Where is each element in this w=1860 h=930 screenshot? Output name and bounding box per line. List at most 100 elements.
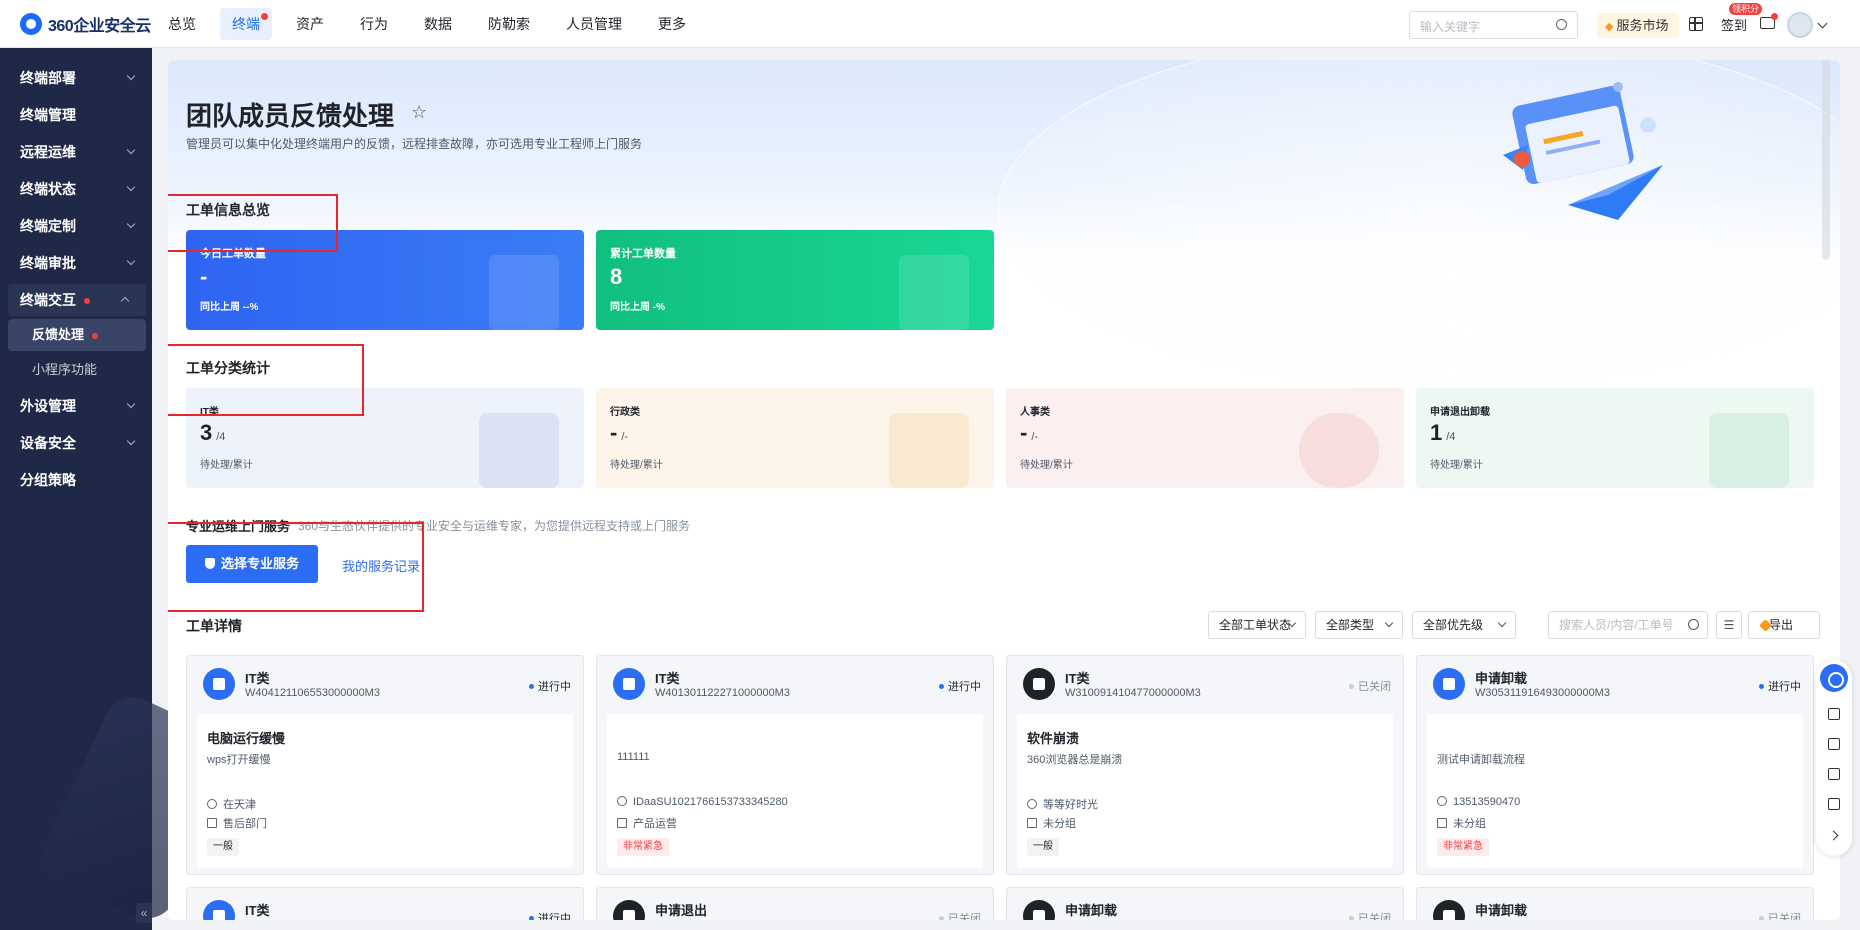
top-navbar: 360企业安全云 总览 终端 资产 行为 数据 防勒索 人员管理 更多 输入关键… <box>0 0 1860 48</box>
ticket-category: 申请卸载 <box>1475 671 1528 686</box>
qrcode-glyph <box>1828 708 1840 720</box>
sidebar-subitem-label: 反馈处理 <box>32 327 85 342</box>
support-chat-button[interactable] <box>1820 664 1848 692</box>
sidebar-item-manage[interactable]: 终端管理 <box>0 99 152 131</box>
ticket-card[interactable]: 申请卸载 已关闭 <box>1416 887 1814 920</box>
folder-chart-icon <box>899 255 969 330</box>
priority-badge: 一般 <box>1027 838 1059 856</box>
sidebar-subitem-feedback[interactable]: 反馈处理 <box>8 319 146 351</box>
ticket-status: 进行中 <box>1759 678 1801 694</box>
logo[interactable]: 360企业安全云 <box>20 12 151 36</box>
signin-button[interactable]: 签到 <box>1721 15 1747 34</box>
page-title: 团队成员反馈处理 <box>186 101 395 131</box>
ticket-card[interactable]: 申请退出 已关闭 <box>596 887 994 920</box>
nav-label: 终端 <box>232 16 260 32</box>
mobile-glyph <box>1828 738 1840 750</box>
nav-label: 数据 <box>424 16 452 32</box>
ticket-card[interactable]: 申请卸载 W305311916493000000M3 进行中 测试申请卸载流程 … <box>1416 655 1814 875</box>
chevron-down-icon[interactable] <box>1817 18 1828 29</box>
filter-label: 全部类型 <box>1326 618 1375 632</box>
chevron-down-icon <box>126 399 136 409</box>
ticket-type-icon <box>613 668 645 700</box>
total-count: /- <box>621 431 629 443</box>
chevron-down-icon <box>126 219 136 229</box>
ticket-card[interactable]: IT类 W401301122271000000M3 进行中 111111 IDa… <box>596 655 994 875</box>
sidebar-item-label: 外设管理 <box>20 398 76 414</box>
export-button[interactable]: 导出 <box>1748 611 1820 639</box>
book-icon[interactable] <box>1820 790 1848 818</box>
qrcode-icon[interactable] <box>1820 700 1848 728</box>
nav-anti-ransomware[interactable]: 防勒索 <box>476 8 542 40</box>
ticket-department: 未分组 <box>1027 815 1076 831</box>
nav-behavior[interactable]: 行为 <box>348 8 400 40</box>
priority-filter[interactable]: 全部优先级 <box>1412 611 1516 639</box>
chevron-down-icon <box>126 182 136 192</box>
chevron-down-icon <box>126 71 136 81</box>
ticket-description: 360浏览器总是崩溃 <box>1027 754 1123 766</box>
chevron-down-icon <box>126 256 136 266</box>
org-tree-icon[interactable] <box>1820 760 1848 788</box>
stat-label: 累计工单数量 <box>610 248 676 260</box>
sidebar-item-approval[interactable]: 终端审批 <box>0 247 152 279</box>
ticket-title: 电脑运行缓慢 <box>207 731 286 746</box>
sidebar-item-label: 终端审批 <box>20 255 76 271</box>
type-filter[interactable]: 全部类型 <box>1315 611 1403 639</box>
ticket-card[interactable]: IT类 W310091410477000000M3 已关闭 软件崩溃 360浏览… <box>1006 655 1404 875</box>
global-search-input[interactable]: 输入关键字 <box>1409 11 1578 39</box>
sidebar-item-peripherals[interactable]: 外设管理 <box>0 390 152 422</box>
logo-text: 360企业安全云 <box>48 18 151 35</box>
mobile-icon[interactable] <box>1820 730 1848 758</box>
nav-data[interactable]: 数据 <box>412 8 464 40</box>
ticket-type-icon <box>203 900 235 920</box>
sidebar-item-deploy[interactable]: 终端部署 <box>0 62 152 94</box>
ticket-type-icon <box>1023 668 1055 700</box>
filter-label: 全部优先级 <box>1423 618 1484 632</box>
search-icon[interactable] <box>1556 19 1567 30</box>
ticket-card[interactable]: 申请卸载 已关闭 <box>1006 887 1404 920</box>
sidebar-item-status[interactable]: 终端状态 <box>0 173 152 205</box>
sidebar-item-remote-ops[interactable]: 远程运维 <box>0 136 152 168</box>
sidebar-subitem-miniprogram[interactable]: 小程序功能 <box>8 354 146 386</box>
star-icon[interactable]: ☆ <box>411 102 427 123</box>
sidebar-item-customize[interactable]: 终端定制 <box>0 210 152 242</box>
sidebar-collapse-button[interactable]: « <box>136 903 152 923</box>
pending-count: 1 <box>1430 420 1443 445</box>
priority-badge: 一般 <box>207 838 239 856</box>
ticket-type-icon <box>203 668 235 700</box>
nav-overview[interactable]: 总览 <box>156 8 208 40</box>
pending-count: 3 <box>200 420 213 445</box>
chevron-right-icon[interactable] <box>1820 822 1848 850</box>
ticket-status: 已关闭 <box>1759 910 1801 920</box>
category-label: 人事类 <box>1020 407 1050 418</box>
sidebar-item-group-policy[interactable]: 分组策略 <box>0 464 152 496</box>
scrollbar[interactable] <box>1822 60 1830 260</box>
nav-people[interactable]: 人员管理 <box>554 8 634 40</box>
search-icon[interactable] <box>1688 619 1699 630</box>
pending-count: - <box>1020 420 1028 445</box>
nav-endpoint[interactable]: 终端 <box>220 8 272 40</box>
nav-label: 人员管理 <box>566 16 622 32</box>
status-filter[interactable]: 全部工单状态 <box>1208 611 1306 639</box>
apps-grid-icon[interactable] <box>1689 17 1703 31</box>
ticket-search-input[interactable]: 搜索人员/内容/工单号 <box>1548 611 1708 639</box>
diamond-icon: ◆ <box>1605 21 1614 33</box>
highlight-box <box>168 522 424 612</box>
total-count: /4 <box>1446 431 1456 443</box>
ticket-status: 已关闭 <box>1349 678 1391 694</box>
ticket-body: 电脑运行缓慢 wps打开缓慢 在天津 售后部门 一般 <box>197 714 573 868</box>
sidebar-item-device-security[interactable]: 设备安全 <box>0 427 152 459</box>
nav-more[interactable]: 更多 <box>646 8 698 40</box>
service-market-button[interactable]: ◆ 服务市场 <box>1597 13 1679 38</box>
avatar[interactable] <box>1787 12 1813 38</box>
category-label: 申请退出卸载 <box>1430 407 1490 418</box>
ticket-description: 测试申请卸载流程 <box>1437 754 1525 766</box>
ticket-card[interactable]: IT类 进行中 <box>186 887 584 920</box>
sidebar-item-interaction[interactable]: 终端交互 <box>8 284 146 316</box>
chevron-down-icon <box>1497 618 1507 628</box>
hero-decoration <box>998 60 1840 390</box>
stat-card-total: 累计工单数量 8 同比上周 -% <box>596 230 994 330</box>
list-view-button[interactable]: ☰ <box>1716 611 1742 639</box>
nav-assets[interactable]: 资产 <box>284 8 336 40</box>
ticket-card[interactable]: IT类 W404121106553000000M3 进行中 电脑运行缓慢 wps… <box>186 655 584 875</box>
button-label: 导出 <box>1769 618 1794 632</box>
